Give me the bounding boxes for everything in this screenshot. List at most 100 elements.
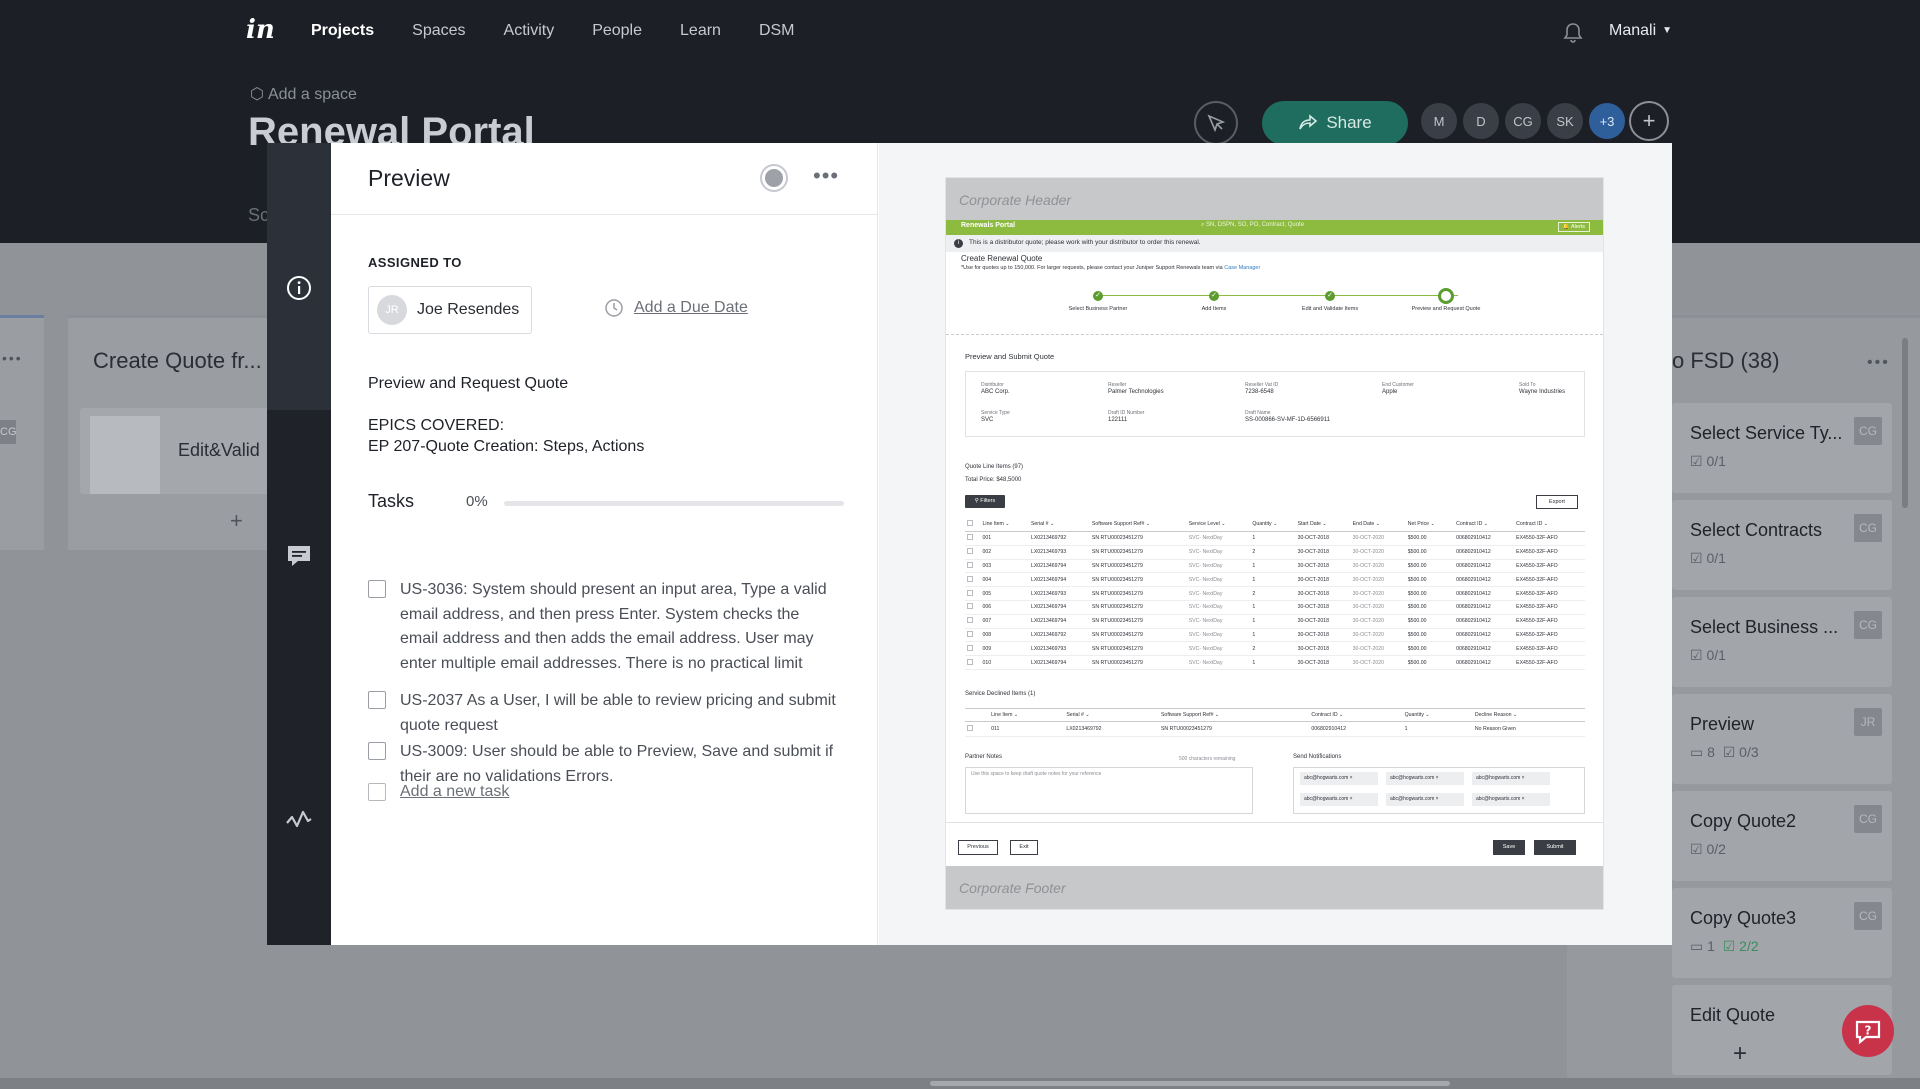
column-header: Contract ID ⌄: [1309, 708, 1403, 722]
screen-card-title: Select Business ...: [1690, 617, 1839, 637]
search-field: ⌕ SN, DSPN, SO, PO, Contract, Quote: [1201, 222, 1305, 228]
project-subtab[interactable]: Sc: [248, 205, 269, 226]
column-header: Contract ID ⌄: [1454, 517, 1515, 532]
quote-line-items-table: Line Item ⌄ Serial # ⌄ Software Support Re…: [965, 517, 1585, 670]
exit-button: Exit: [1010, 840, 1038, 855]
progress-stepper: ✓ Select Business Partner ✓ Add Items ✓ Edi…: [1066, 288, 1526, 321]
add-due-date-link[interactable]: Add a Due Date: [604, 298, 748, 318]
more-options-icon[interactable]: •••: [813, 163, 839, 189]
status-toggle[interactable]: [760, 164, 788, 192]
vertical-scrollbar[interactable]: [1902, 338, 1908, 508]
add-new-task[interactable]: Add a new task: [368, 783, 509, 801]
field: Draft Name SS-000866-SV-MF-1D-6566911: [1245, 410, 1330, 423]
column-menu-icon[interactable]: •••: [2, 350, 23, 366]
screen-details-pane: Preview ••• ASSIGNED TO JR Joe Resendes …: [331, 143, 878, 945]
table-row: 002 LX0213469793 SN RTU00023451279 SVC- Nex…: [965, 545, 1585, 560]
assignee-selector[interactable]: JR Joe Resendes: [368, 286, 532, 334]
nav-activity[interactable]: Activity: [504, 22, 555, 40]
task-text[interactable]: US-3036: System should present an input …: [400, 578, 838, 676]
task-checkbox[interactable]: [368, 742, 386, 760]
table-row: 005 LX0213469793 SN RTU00023451279 SVC- Nex…: [965, 586, 1585, 601]
screen-preview-image[interactable]: Corporate Header Renewals Portal ⌕ SN, D…: [946, 178, 1603, 909]
step-current: Preview and Request Quote: [1386, 288, 1506, 312]
task-checkbox[interactable]: [368, 691, 386, 709]
email-chip: abc@hogwarts.com ×: [1386, 792, 1464, 806]
add-to-space-link[interactable]: ⬡ Add a space: [250, 84, 357, 104]
column-header: Service Level ⌄: [1186, 517, 1251, 532]
screen-card[interactable]: Copy Quote2 ☑ 0/2 CG: [1672, 791, 1892, 881]
column-menu-icon[interactable]: •••: [1867, 354, 1890, 372]
screen-detail-modal: Preview ••• ASSIGNED TO JR Joe Resendes …: [267, 143, 1672, 945]
screen-card-title: Copy Quote2: [1690, 811, 1797, 831]
add-screen-button[interactable]: +: [1733, 1040, 1747, 1068]
task-checkbox: [368, 783, 386, 801]
share-button[interactable]: Share: [1262, 101, 1408, 145]
declined-items-table: Line Item ⌄ Serial # ⌄ Software Support Re…: [965, 708, 1585, 737]
assignee-badge: CG: [1854, 805, 1882, 833]
screen-card-meta: ☑ 0/1: [1690, 647, 1726, 663]
avatar[interactable]: SK: [1545, 101, 1585, 141]
task-checkbox[interactable]: [368, 580, 386, 598]
column-header: End Date ⌄: [1350, 517, 1406, 532]
add-screen-button[interactable]: +: [230, 508, 243, 534]
task-item: US-3009: User should be able to Preview,…: [368, 740, 838, 789]
checkbox-icon: ☑: [1722, 744, 1736, 760]
description-title: Preview and Request Quote: [368, 375, 569, 392]
column-header: Serial # ⌄: [1064, 708, 1159, 722]
clock-icon: [605, 299, 623, 317]
help-button[interactable]: ?: [1842, 1005, 1894, 1057]
bell-icon[interactable]: [1563, 22, 1583, 44]
column-header: Serial # ⌄: [1028, 517, 1090, 532]
screen-card[interactable]: Edit&Valid: [80, 408, 270, 494]
screen-card[interactable]: Copy Quote3 ▭ 1 ☑ 2/2 CG: [1672, 888, 1892, 978]
screen-card[interactable]: Select Contracts ☑ 0/1 CG: [1672, 500, 1892, 590]
main-nav: Projects Spaces Activity People Learn DS…: [311, 22, 795, 40]
info-icon: i: [954, 239, 963, 248]
step: ✓ Edit and Validate Items: [1301, 291, 1359, 312]
comment-icon: ▭: [1690, 744, 1704, 760]
nav-projects[interactable]: Projects: [311, 22, 374, 40]
checkbox-icon: ☑: [1690, 647, 1703, 663]
nav-people[interactable]: People: [592, 22, 642, 40]
nav-learn[interactable]: Learn: [680, 22, 721, 40]
field: Distributor ABC Corp.: [981, 382, 1010, 395]
nav-dsm[interactable]: DSM: [759, 22, 795, 40]
declined-items-title: Service Declined Items (1): [965, 691, 1036, 697]
field: Sold To Wayne Industries: [1519, 382, 1566, 395]
user-menu[interactable]: Manali ▼: [1609, 22, 1672, 40]
info-icon[interactable]: [285, 274, 313, 302]
avatar[interactable]: D: [1461, 101, 1501, 141]
task-text[interactable]: US-2037 As a User, I will be able to rev…: [400, 689, 838, 738]
add-collaborator-button[interactable]: +: [1629, 101, 1669, 141]
screen-card[interactable]: Select Service Ty... ☑ 0/1 CG: [1672, 403, 1892, 493]
svg-text:?: ?: [1865, 1024, 1872, 1038]
user-name: Manali: [1609, 22, 1657, 39]
avatar[interactable]: CG: [1503, 101, 1543, 141]
invision-logo[interactable]: in: [246, 15, 275, 45]
inspect-tool-button[interactable]: [1194, 101, 1238, 145]
avatar[interactable]: M: [1419, 101, 1459, 141]
checkbox-icon: ☑: [1722, 938, 1736, 954]
screen-card[interactable]: Select Business ... ☑ 0/1 CG: [1672, 597, 1892, 687]
epics-covered: EPICS COVERED: EP 207-Quote Creation: St…: [368, 417, 645, 455]
avatar: JR: [377, 295, 407, 325]
column-header: Software Support Ref# ⌄: [1158, 708, 1310, 722]
screen-card-meta: ▭ 8 ☑ 0/3: [1690, 744, 1759, 760]
partner-notes-label: Partner Notes: [965, 754, 1003, 760]
nav-spaces[interactable]: Spaces: [412, 22, 465, 40]
column-header: [965, 708, 990, 722]
task-text[interactable]: US-3009: User should be able to Preview,…: [400, 740, 838, 789]
horizontal-scrollbar[interactable]: [0, 1078, 1920, 1089]
comments-icon[interactable]: [285, 542, 313, 570]
activity-icon[interactable]: [285, 805, 313, 833]
screen-card[interactable]: Preview ▭ 8 ☑ 0/3 JR: [1672, 694, 1892, 784]
more-collaborators-badge[interactable]: +3: [1587, 101, 1627, 141]
board-column-create-quote: Create Quote fr... Edit&Valid: [68, 315, 288, 550]
email-chip: abc@hogwarts.com ×: [1472, 772, 1550, 785]
info-banner: i This is a distributor quote; please wo…: [946, 235, 1603, 252]
add-task-label: Add a new task: [400, 783, 510, 800]
email-chip: abc@hogwarts.com ×: [1472, 792, 1550, 806]
screen-description[interactable]: Preview and Request Quote EPICS COVERED:…: [368, 373, 644, 478]
corporate-header: Corporate Header: [946, 178, 1603, 220]
column-header: Contract ID ⌄: [1514, 517, 1585, 532]
